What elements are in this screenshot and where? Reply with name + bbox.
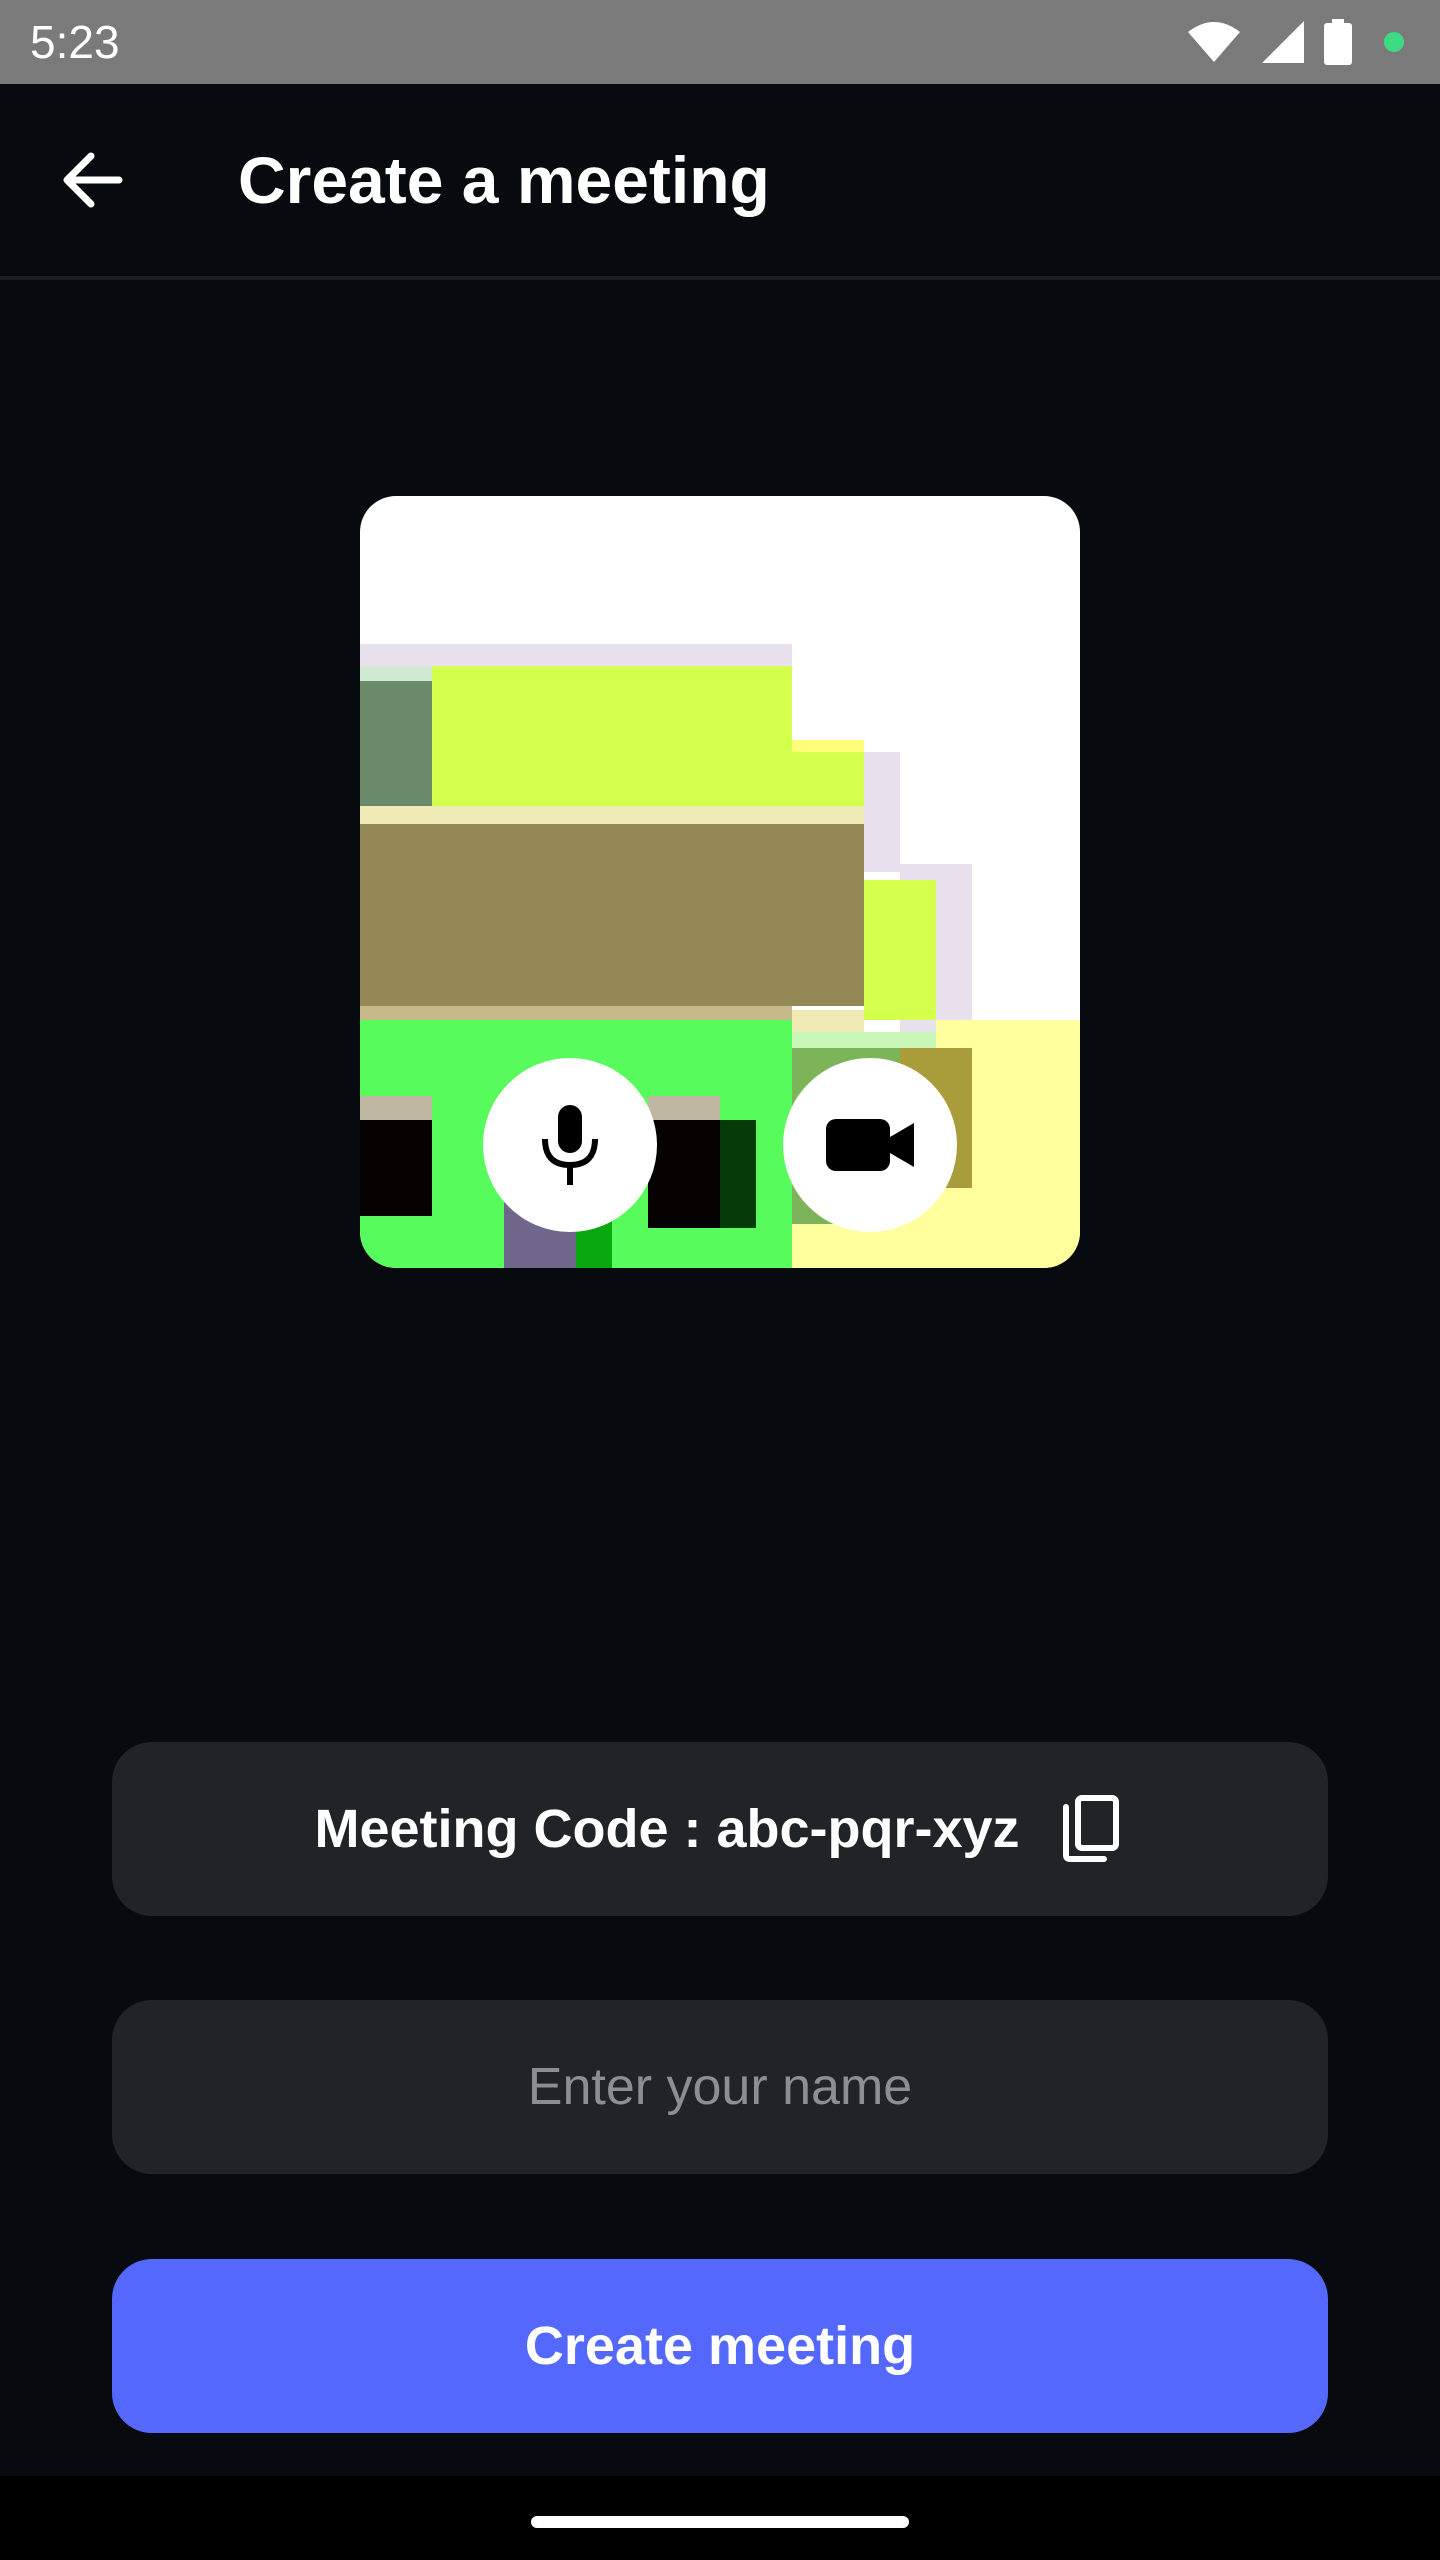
preview-block xyxy=(792,1010,864,1032)
home-handle[interactable] xyxy=(531,2516,909,2528)
preview-block xyxy=(360,681,432,811)
copy-code-button[interactable] xyxy=(1054,1789,1126,1869)
meeting-code-text: Meeting Code : abc-pqr-xyz xyxy=(314,1799,1020,1859)
preview-block xyxy=(648,1096,720,1120)
status-icons xyxy=(1186,19,1410,65)
preview-block xyxy=(360,824,864,1006)
meeting-code-box: Meeting Code : abc-pqr-xyz xyxy=(112,1742,1328,1916)
preview-block xyxy=(360,1006,792,1020)
copy-icon xyxy=(1062,1795,1119,1862)
status-time: 5:23 xyxy=(30,16,120,68)
screen: 5:23 Create a meeting Meeting Code: abc… xyxy=(0,0,1440,2560)
preview-block xyxy=(864,880,936,1020)
notification-dot-icon xyxy=(1384,32,1404,52)
microphone-icon xyxy=(542,1105,598,1185)
battery-icon xyxy=(1324,19,1352,65)
preview-block xyxy=(432,666,792,806)
preview-block xyxy=(360,1096,432,1120)
app-bar: Create a meeting xyxy=(0,84,1440,280)
page-title: Create a meeting xyxy=(238,143,770,217)
signal-icon xyxy=(1262,21,1304,63)
mic-toggle-button[interactable] xyxy=(483,1058,657,1232)
preview-block xyxy=(720,1120,756,1228)
create-meeting-button[interactable]: Create meeting xyxy=(112,2259,1328,2433)
preview-block xyxy=(792,740,864,752)
back-button[interactable] xyxy=(40,128,144,232)
preview-block xyxy=(360,806,864,824)
arrow-left-icon xyxy=(63,152,123,208)
video-camera-icon xyxy=(826,1119,914,1171)
preview-block xyxy=(360,1120,432,1216)
camera-preview xyxy=(360,496,1080,1268)
status-bar: 5:23 xyxy=(0,0,1440,84)
camera-toggle-button[interactable] xyxy=(783,1058,957,1232)
preview-block xyxy=(792,752,864,808)
preview-block xyxy=(360,644,792,666)
navigation-bar xyxy=(0,2476,1440,2560)
preview-block xyxy=(648,1120,720,1228)
wifi-icon xyxy=(1188,22,1240,62)
preview-block xyxy=(864,752,900,872)
name-input[interactable] xyxy=(112,2000,1328,2174)
